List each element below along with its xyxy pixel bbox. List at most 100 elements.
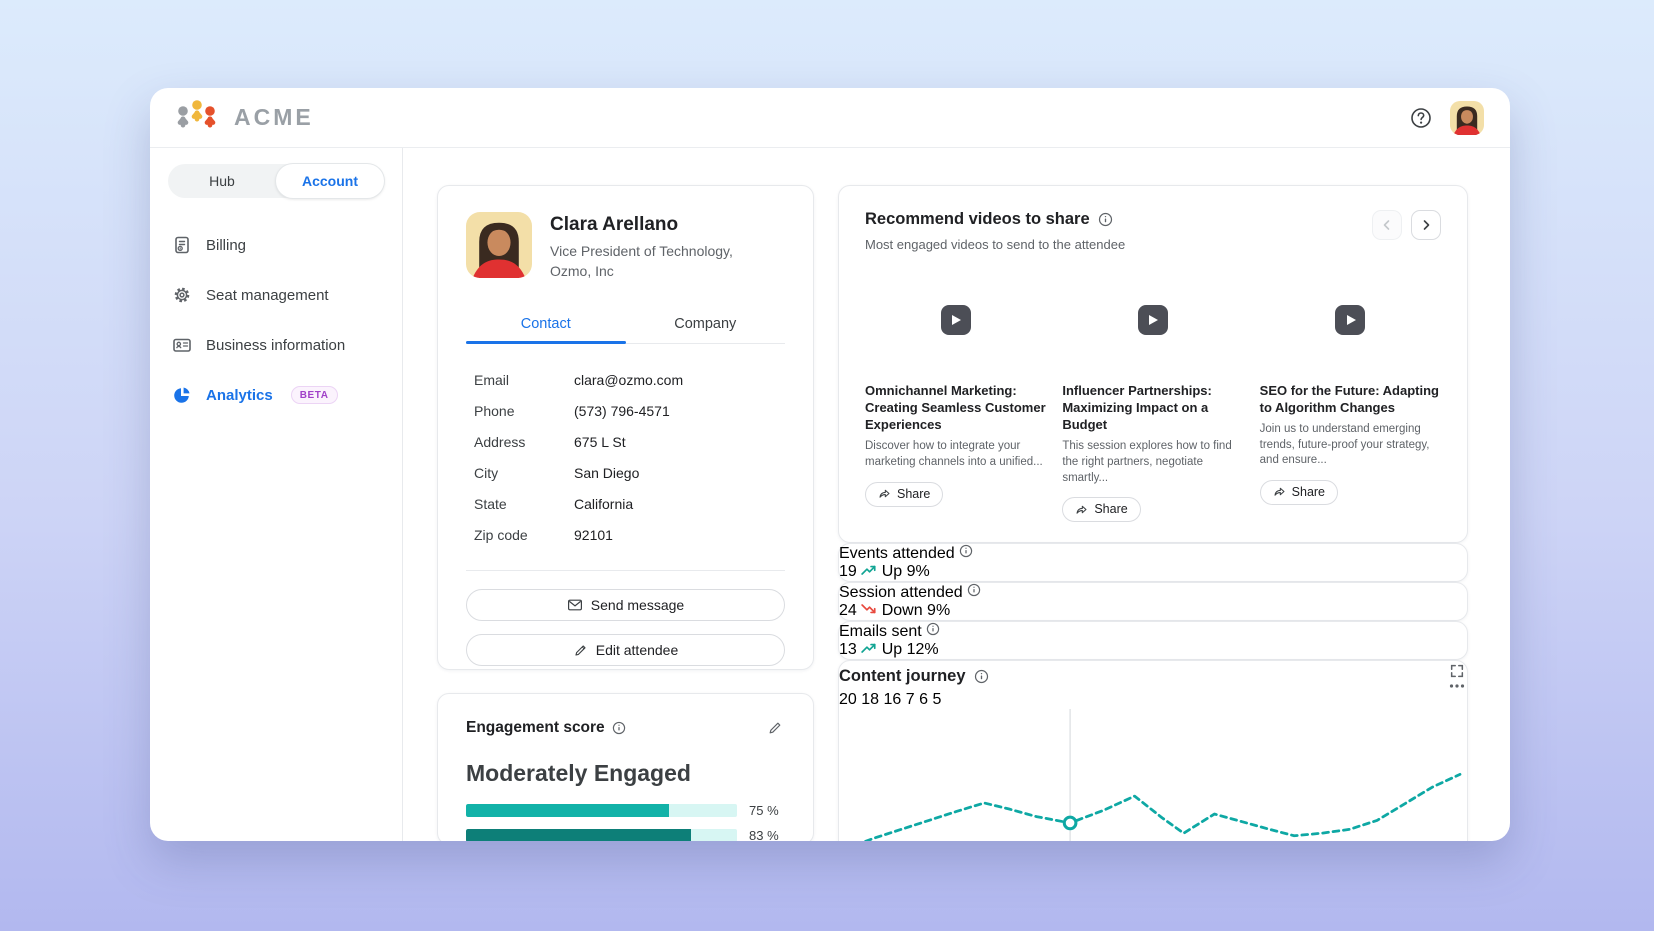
carousel-next-button[interactable] bbox=[1411, 210, 1441, 240]
field-value: San Diego bbox=[574, 465, 639, 481]
share-button[interactable]: Share bbox=[1260, 480, 1338, 505]
field-row-address: Address 675 L St bbox=[466, 426, 785, 457]
main-content: Clara Arellano Vice President of Technol… bbox=[403, 148, 1510, 841]
right-column: Recommend videos to share Most engaged v… bbox=[838, 185, 1468, 841]
video-thumbnail[interactable] bbox=[865, 270, 1046, 370]
bar-fill bbox=[466, 804, 669, 817]
edit-attendee-label: Edit attendee bbox=[596, 642, 679, 658]
help-button[interactable] bbox=[1410, 107, 1432, 129]
field-value: clara@ozmo.com bbox=[574, 372, 683, 388]
sidebar-item-label: Business information bbox=[206, 337, 345, 354]
carousel-prev-button[interactable] bbox=[1372, 210, 1402, 240]
journey-line-series bbox=[839, 709, 1467, 841]
trend-down-icon bbox=[861, 603, 877, 615]
sidebar-nav: Billing Seat management bbox=[168, 220, 384, 420]
bar-track bbox=[466, 829, 737, 841]
share-button[interactable]: Share bbox=[865, 482, 943, 507]
send-message-button[interactable]: Send message bbox=[466, 589, 785, 621]
field-label: Address bbox=[474, 434, 574, 450]
contact-fields: Email clara@ozmo.com Phone (573) 796-457… bbox=[466, 364, 785, 550]
pie-chart-icon bbox=[172, 385, 192, 405]
stat-value: 24 bbox=[839, 602, 857, 619]
video-title: Omnichannel Marketing: Creating Seamless… bbox=[865, 382, 1046, 433]
share-label: Share bbox=[1094, 502, 1127, 516]
info-icon[interactable] bbox=[967, 583, 981, 597]
play-icon bbox=[941, 305, 971, 335]
acme-logo-icon bbox=[170, 97, 224, 139]
play-icon bbox=[1335, 305, 1365, 335]
profile-tabs: Contact Company bbox=[466, 307, 785, 344]
info-icon[interactable] bbox=[1098, 212, 1113, 227]
pencil-icon bbox=[767, 720, 783, 736]
brand-name: ACME bbox=[234, 104, 314, 131]
id-card-icon bbox=[172, 335, 192, 355]
field-row-zip: Zip code 92101 bbox=[466, 519, 785, 550]
field-row-phone: Phone (573) 796-4571 bbox=[466, 395, 785, 426]
videos-subtitle: Most engaged videos to send to the atten… bbox=[865, 237, 1125, 252]
carousel-controls bbox=[1372, 210, 1441, 240]
sidebar-item-label: Seat management bbox=[206, 287, 329, 304]
invoice-icon bbox=[172, 235, 192, 255]
y-tick-label: 6 bbox=[919, 691, 928, 708]
content-journey-chart[interactable]: 20 18 16 7 6 5 bbox=[839, 691, 1467, 841]
app-window: ACME bbox=[150, 88, 1510, 841]
field-value: 675 L St bbox=[574, 434, 626, 450]
sidebar-item-billing[interactable]: Billing bbox=[168, 220, 384, 270]
edit-engagement-button[interactable] bbox=[765, 718, 785, 738]
topbar-actions bbox=[1410, 101, 1484, 135]
stat-value: 13 bbox=[839, 641, 857, 658]
brand[interactable]: ACME bbox=[170, 97, 314, 139]
sidebar: Hub Account Billing bbox=[150, 148, 403, 841]
session-attended-card: Session attended 24 bbox=[838, 582, 1468, 621]
tab-contact[interactable]: Contact bbox=[466, 307, 626, 343]
video-description: Discover how to integrate your marketing… bbox=[865, 439, 1046, 470]
tab-account[interactable]: Account bbox=[276, 164, 384, 198]
avatar-photo-icon bbox=[1450, 101, 1484, 135]
edit-attendee-button[interactable]: Edit attendee bbox=[466, 634, 785, 666]
user-avatar[interactable] bbox=[1450, 101, 1484, 135]
expand-chart-button[interactable] bbox=[1447, 661, 1467, 681]
tab-company[interactable]: Company bbox=[626, 307, 786, 343]
stat-title: Session attended bbox=[839, 584, 963, 601]
bar-fill bbox=[466, 829, 691, 841]
info-icon[interactable] bbox=[612, 721, 626, 735]
question-circle-icon bbox=[1410, 107, 1432, 129]
info-icon[interactable] bbox=[926, 622, 940, 636]
sidebar-item-label: Billing bbox=[206, 237, 246, 254]
tab-hub[interactable]: Hub bbox=[168, 164, 276, 198]
y-tick-label: 18 bbox=[861, 691, 879, 708]
info-icon[interactable] bbox=[959, 544, 973, 558]
stat-title: Emails sent bbox=[839, 623, 922, 640]
beta-badge: BETA bbox=[291, 386, 338, 404]
sidebar-item-label: Analytics bbox=[206, 387, 273, 404]
field-value: (573) 796-4571 bbox=[574, 403, 670, 419]
attendee-profile-card: Clara Arellano Vice President of Technol… bbox=[437, 185, 814, 670]
events-attended-card: Events attended 19 bbox=[838, 543, 1468, 582]
engagement-bar: 83 % bbox=[466, 828, 785, 841]
info-icon[interactable] bbox=[974, 669, 989, 684]
video-thumbnail[interactable] bbox=[1260, 270, 1441, 370]
video-thumbnail[interactable] bbox=[1062, 270, 1243, 370]
field-value: California bbox=[574, 496, 633, 512]
engagement-bar: 75 % bbox=[466, 803, 785, 818]
sidebar-item-analytics[interactable]: Analytics BETA bbox=[168, 370, 384, 420]
bar-percent: 83 % bbox=[749, 828, 785, 841]
attendee-job-title: Vice President of Technology, Ozmo, Inc bbox=[550, 242, 755, 281]
sidebar-item-seat-management[interactable]: Seat management bbox=[168, 270, 384, 320]
page-background: ACME bbox=[0, 0, 1654, 931]
pencil-icon bbox=[573, 643, 588, 658]
fullscreen-icon bbox=[1449, 663, 1465, 679]
left-column: Clara Arellano Vice President of Technol… bbox=[437, 185, 814, 841]
video-description: Join us to understand emerging trends, f… bbox=[1260, 422, 1441, 469]
stat-title: Events attended bbox=[839, 545, 955, 562]
more-options-button[interactable] bbox=[1447, 681, 1467, 691]
recommend-videos-card: Recommend videos to share Most engaged v… bbox=[838, 185, 1468, 543]
chevron-left-icon bbox=[1381, 219, 1393, 231]
emails-sent-card: Emails sent 13 bbox=[838, 621, 1468, 660]
sidebar-item-business-information[interactable]: Business information bbox=[168, 320, 384, 370]
hub-account-switch: Hub Account bbox=[168, 164, 384, 198]
share-button[interactable]: Share bbox=[1062, 497, 1140, 522]
stat-trend: Down 9% bbox=[882, 602, 950, 619]
trend-up-icon bbox=[861, 564, 877, 576]
field-label: Email bbox=[474, 372, 574, 388]
